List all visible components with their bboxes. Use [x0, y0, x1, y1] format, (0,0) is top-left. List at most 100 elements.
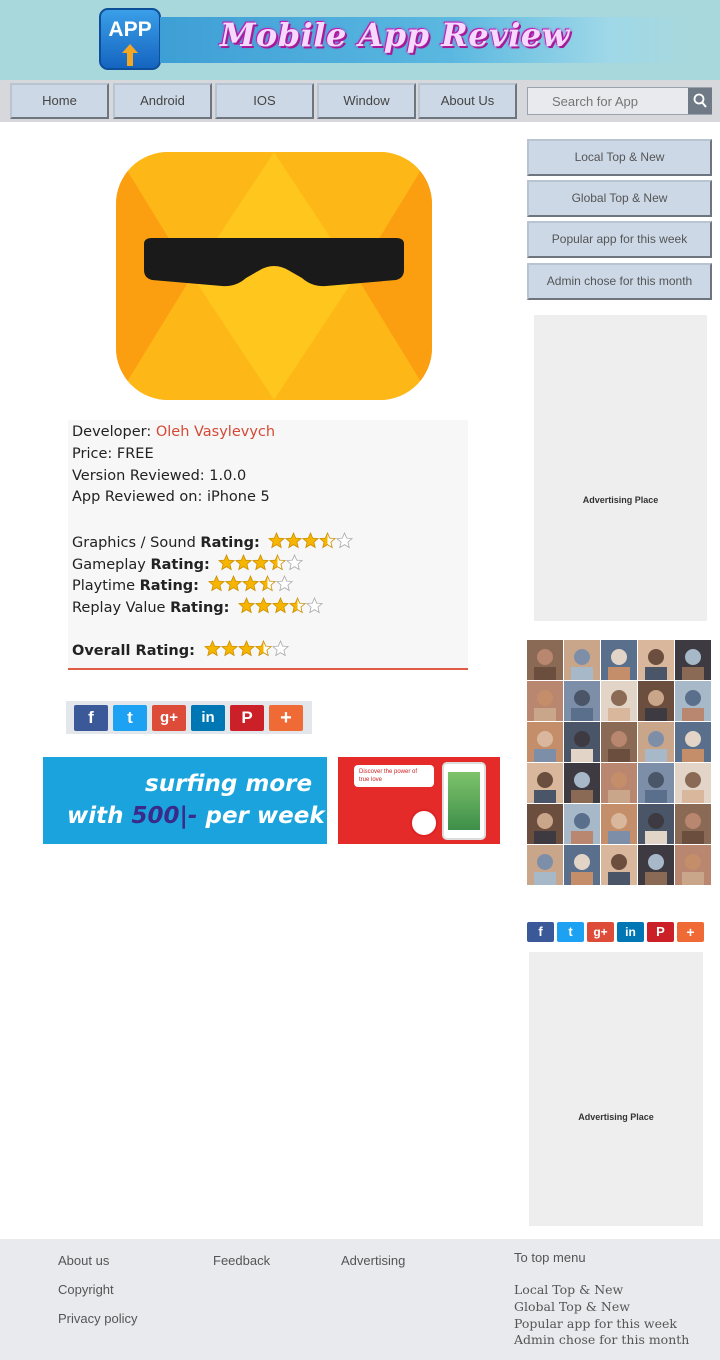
google-plus-icon[interactable]: g+	[152, 705, 186, 731]
member-avatar[interactable]	[564, 722, 600, 762]
member-avatar[interactable]	[601, 640, 637, 680]
footer-to-top[interactable]: To top menu	[514, 1250, 586, 1265]
star-icon	[275, 574, 293, 592]
more-icon[interactable]: +	[677, 922, 704, 942]
member-avatar[interactable]	[527, 640, 563, 680]
search-button[interactable]	[688, 88, 712, 114]
twitter-icon[interactable]: t	[557, 922, 584, 942]
star-rating	[218, 553, 306, 575]
member-avatar[interactable]	[601, 763, 637, 803]
sidebar-local-top[interactable]: Local Top & New	[527, 139, 712, 176]
member-avatar[interactable]	[564, 804, 600, 844]
nav-window[interactable]: Window	[317, 83, 416, 119]
star-icon	[237, 596, 256, 614]
nav-home[interactable]: Home	[10, 83, 109, 119]
member-avatar[interactable]	[564, 640, 600, 680]
developer-label: Developer:	[72, 424, 152, 440]
star-icon	[319, 531, 337, 549]
twitter-icon[interactable]: t	[113, 705, 147, 731]
member-avatar[interactable]	[527, 845, 563, 885]
member-avatar[interactable]	[638, 722, 674, 762]
member-avatar[interactable]	[675, 804, 711, 844]
member-avatar[interactable]	[638, 763, 674, 803]
member-avatar[interactable]	[675, 681, 711, 721]
footer-global-top[interactable]: Global Top & New	[514, 1299, 630, 1314]
star-icon	[286, 553, 304, 571]
facebook-icon[interactable]: f	[527, 922, 554, 942]
star-icon	[235, 553, 253, 571]
rating-word: Rating:	[200, 535, 260, 551]
sidebar-popular-week[interactable]: Popular app for this week	[527, 221, 712, 258]
member-avatar[interactable]	[638, 681, 674, 721]
promo-banner-love[interactable]: Discover the power of true love	[338, 757, 500, 844]
linkedin-icon[interactable]: in	[617, 922, 644, 942]
developer-row: Developer: Oleh Vasylevych	[72, 424, 275, 440]
member-avatar[interactable]	[638, 640, 674, 680]
search-input[interactable]	[528, 88, 688, 114]
linkedin-icon[interactable]: in	[191, 705, 225, 731]
site-header: APP Mobile App Review	[0, 0, 720, 80]
rating-label: Replay Value	[72, 600, 171, 616]
sidebar-global-top[interactable]: Global Top & New	[527, 180, 712, 217]
footer-local-top[interactable]: Local Top & New	[514, 1282, 623, 1297]
member-avatar[interactable]	[601, 845, 637, 885]
google-plus-icon[interactable]: g+	[587, 922, 614, 942]
footer-about-us[interactable]: About us	[58, 1253, 109, 1268]
member-avatar[interactable]	[527, 763, 563, 803]
nav-android[interactable]: Android	[113, 83, 212, 119]
member-avatar[interactable]	[675, 763, 711, 803]
member-avatar[interactable]	[527, 804, 563, 844]
promo-caption: Discover the power of true love	[354, 765, 434, 787]
star-icon	[285, 531, 303, 549]
member-avatar[interactable]	[675, 845, 711, 885]
star-icon	[241, 574, 259, 592]
member-avatar[interactable]	[601, 804, 637, 844]
member-avatar[interactable]	[638, 845, 674, 885]
member-avatar[interactable]	[675, 722, 711, 762]
developer-link[interactable]: Oleh Vasylevych	[156, 424, 275, 440]
star-icon	[336, 531, 354, 549]
footer-feedback[interactable]: Feedback	[213, 1253, 270, 1268]
star-icon	[220, 639, 239, 657]
member-avatar[interactable]	[638, 804, 674, 844]
rating-word: Rating:	[139, 578, 199, 594]
pinterest-icon[interactable]: P	[230, 705, 264, 731]
pinterest-icon[interactable]: P	[647, 922, 674, 942]
rating-label: Playtime	[72, 578, 140, 594]
member-avatar[interactable]	[527, 681, 563, 721]
member-avatar[interactable]	[564, 845, 600, 885]
search-icon	[693, 93, 707, 108]
promo-with: with	[67, 803, 132, 829]
star-icon	[203, 639, 222, 657]
member-avatar[interactable]	[564, 681, 600, 721]
star-icon	[224, 574, 242, 592]
member-photo-grid[interactable]	[527, 640, 711, 887]
promo-banner-surfing[interactable]: surfing more with 500|- per week	[43, 757, 327, 844]
member-avatar[interactable]	[601, 722, 637, 762]
star-rating	[203, 639, 292, 661]
footer-popular-week[interactable]: Popular app for this week	[514, 1316, 677, 1331]
footer-admin-month[interactable]: Admin chose for this month	[514, 1332, 689, 1347]
ad-placeholder-top[interactable]: Advertising Place	[534, 315, 707, 621]
member-avatar[interactable]	[527, 722, 563, 762]
nav-about-us[interactable]: About Us	[418, 83, 517, 119]
member-avatar[interactable]	[601, 681, 637, 721]
sidebar-admin-month[interactable]: Admin chose for this month	[527, 263, 712, 300]
star-icon	[271, 596, 290, 614]
ad-placeholder-bottom[interactable]: Advertising Place	[529, 952, 703, 1226]
app-logo-icon[interactable]: APP	[99, 8, 161, 70]
star-icon	[207, 574, 225, 592]
nav-ios[interactable]: IOS	[215, 83, 314, 119]
more-icon[interactable]: +	[269, 705, 303, 731]
member-avatar[interactable]	[675, 640, 711, 680]
rating-word: Rating:	[150, 557, 210, 573]
search-box	[527, 87, 712, 115]
footer-copyright[interactable]: Copyright	[58, 1282, 114, 1297]
member-avatar[interactable]	[564, 763, 600, 803]
facebook-icon[interactable]: f	[74, 705, 108, 731]
star-rating	[237, 596, 326, 618]
footer-advertising[interactable]: Advertising	[341, 1253, 405, 1268]
footer-privacy-policy[interactable]: Privacy policy	[58, 1311, 137, 1326]
site-title[interactable]: Mobile App Review	[220, 16, 570, 54]
rating-graphics-sound: Graphics / Sound Rating:	[72, 531, 356, 553]
